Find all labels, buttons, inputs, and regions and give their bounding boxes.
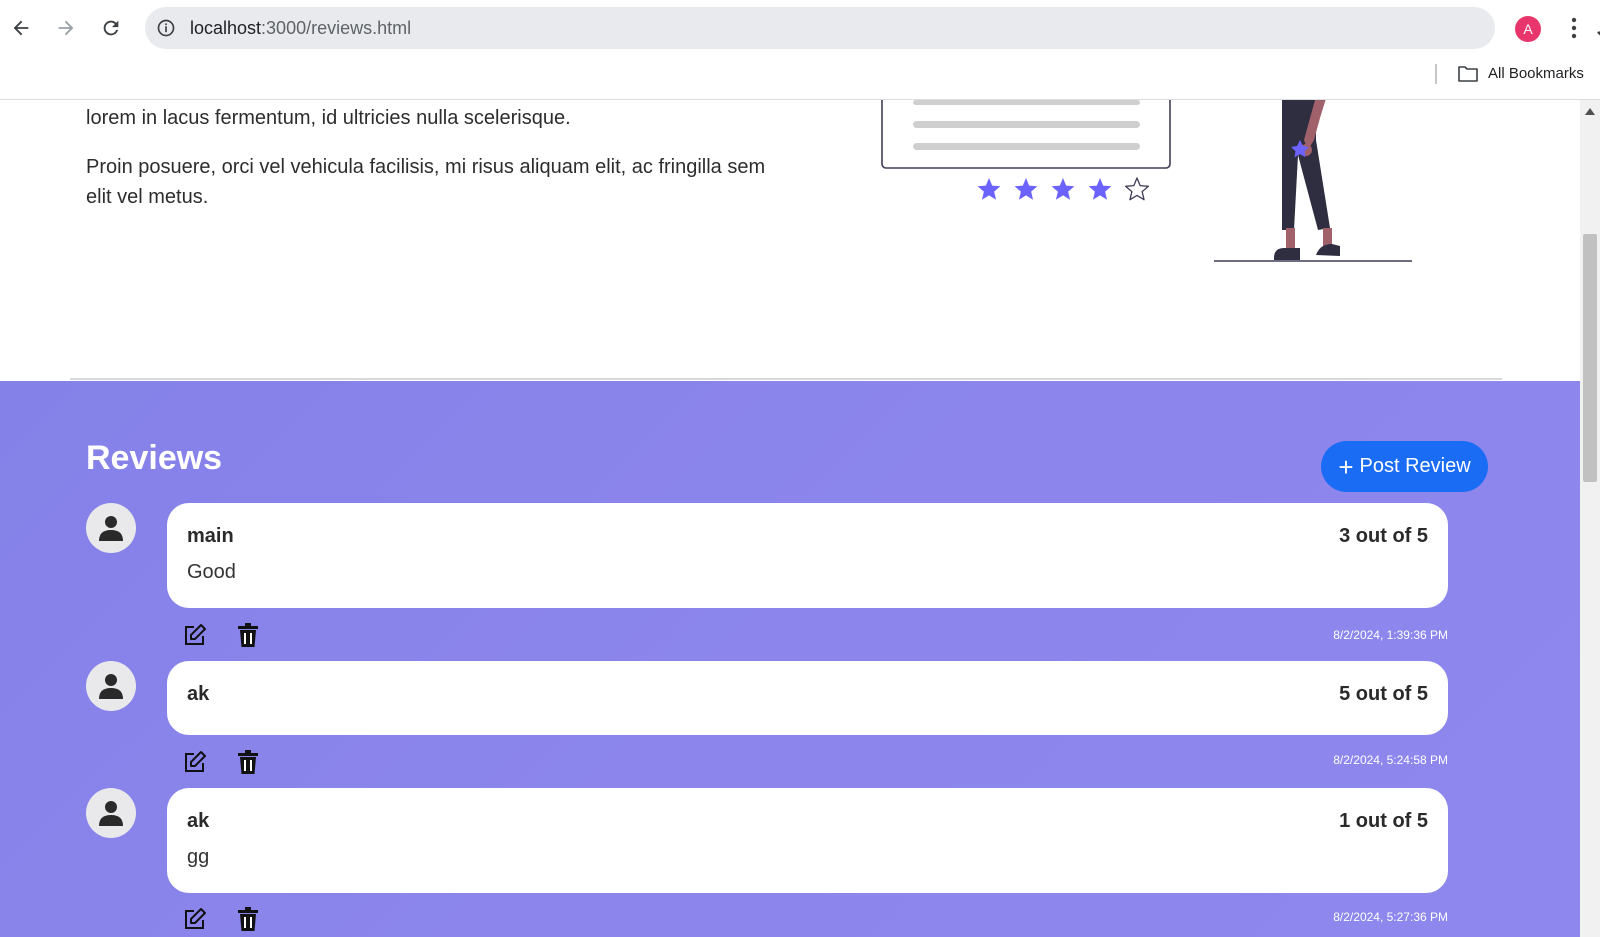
url-host: localhost [190, 18, 262, 38]
review-card: main 3 out of 5 Good [167, 503, 1448, 608]
profile-avatar[interactable]: A [1515, 16, 1541, 42]
star-empty-icon [1124, 177, 1150, 201]
review-rating: 3 out of 5 [1339, 525, 1428, 547]
all-bookmarks-link[interactable]: All Bookmarks [1488, 65, 1584, 82]
bookmarks-separator [1435, 64, 1437, 84]
trash-icon[interactable] [237, 907, 259, 931]
intro-paragraph-2: Proin posuere, orci vel vehicula facilis… [86, 156, 766, 208]
post-review-button[interactable]: + Post Review [1321, 441, 1488, 492]
illustration-line [913, 100, 1140, 105]
review-rating: 1 out of 5 [1339, 810, 1428, 832]
folder-icon[interactable] [1457, 64, 1479, 84]
trash-icon[interactable] [237, 623, 259, 647]
illustration-line [913, 143, 1140, 150]
edit-icon[interactable] [183, 750, 207, 774]
arrow-right-icon [58, 20, 74, 36]
address-bar[interactable]: localhost:3000/reviews.html [145, 7, 1600, 49]
star-filled-icon [1014, 178, 1038, 200]
bookmark-star-icon[interactable] [1595, 23, 1600, 47]
star-filled-icon [1051, 178, 1075, 200]
arrow-left-icon [13, 20, 29, 36]
review-card: ak 5 out of 5 [167, 661, 1448, 735]
scroll-up-arrow-icon[interactable] [1585, 108, 1595, 115]
user-avatar [86, 788, 136, 838]
section-divider [70, 378, 1502, 380]
review-date: 8/2/2024, 1:39:36 PM [1333, 628, 1448, 642]
site-info-icon[interactable] [155, 17, 177, 39]
user-icon [99, 516, 123, 541]
url-path: :3000/reviews.html [261, 18, 412, 38]
star-filled-icon [977, 178, 1001, 200]
reviews-section: Reviews + Post Review main 3 out of 5 Go… [0, 381, 1580, 937]
review-rating: 5 out of 5 [1339, 683, 1428, 705]
review-illustration [881, 100, 1412, 262]
review-card: ak 1 out of 5 gg [167, 788, 1448, 893]
user-icon [99, 801, 123, 826]
user-avatar [86, 503, 136, 553]
forward-button[interactable] [50, 12, 82, 44]
browser-chrome: localhost:3000/reviews.html A All Bookma… [0, 0, 1600, 100]
edit-icon[interactable] [183, 623, 207, 647]
page-viewport: lorem in lacus fermentum, id ultricies n… [0, 100, 1580, 937]
review-text: Good [187, 561, 236, 583]
post-review-label: Post Review [1359, 455, 1471, 477]
review-username: main [187, 525, 234, 547]
intro-paragraph-1: lorem in lacus fermentum, id ultricies n… [86, 107, 571, 129]
review-date: 8/2/2024, 5:24:58 PM [1333, 753, 1448, 767]
back-button[interactable] [5, 12, 37, 44]
trash-icon[interactable] [237, 750, 259, 774]
review-username: ak [187, 810, 210, 832]
reviews-title: Reviews [86, 439, 223, 477]
more-options-icon[interactable] [1562, 14, 1586, 42]
star-filled-icon [1088, 178, 1112, 200]
review-text: gg [187, 846, 210, 868]
review-username: ak [187, 683, 210, 705]
profile-initial: A [1523, 21, 1533, 37]
illustration-line [913, 121, 1140, 128]
url-text[interactable]: localhost:3000/reviews.html [190, 18, 411, 39]
person-figure [1214, 100, 1412, 262]
page-scrollbar[interactable] [1580, 100, 1600, 937]
illustration-card [881, 100, 1171, 169]
user-icon [99, 674, 123, 699]
plus-icon: + [1338, 451, 1354, 482]
user-avatar [86, 661, 136, 711]
illustration-stars [977, 177, 1150, 201]
edit-icon[interactable] [183, 907, 207, 931]
reload-button[interactable] [95, 12, 127, 44]
review-date: 8/2/2024, 5:27:36 PM [1333, 910, 1448, 924]
reload-icon [103, 20, 119, 36]
scroll-thumb[interactable] [1583, 234, 1597, 482]
